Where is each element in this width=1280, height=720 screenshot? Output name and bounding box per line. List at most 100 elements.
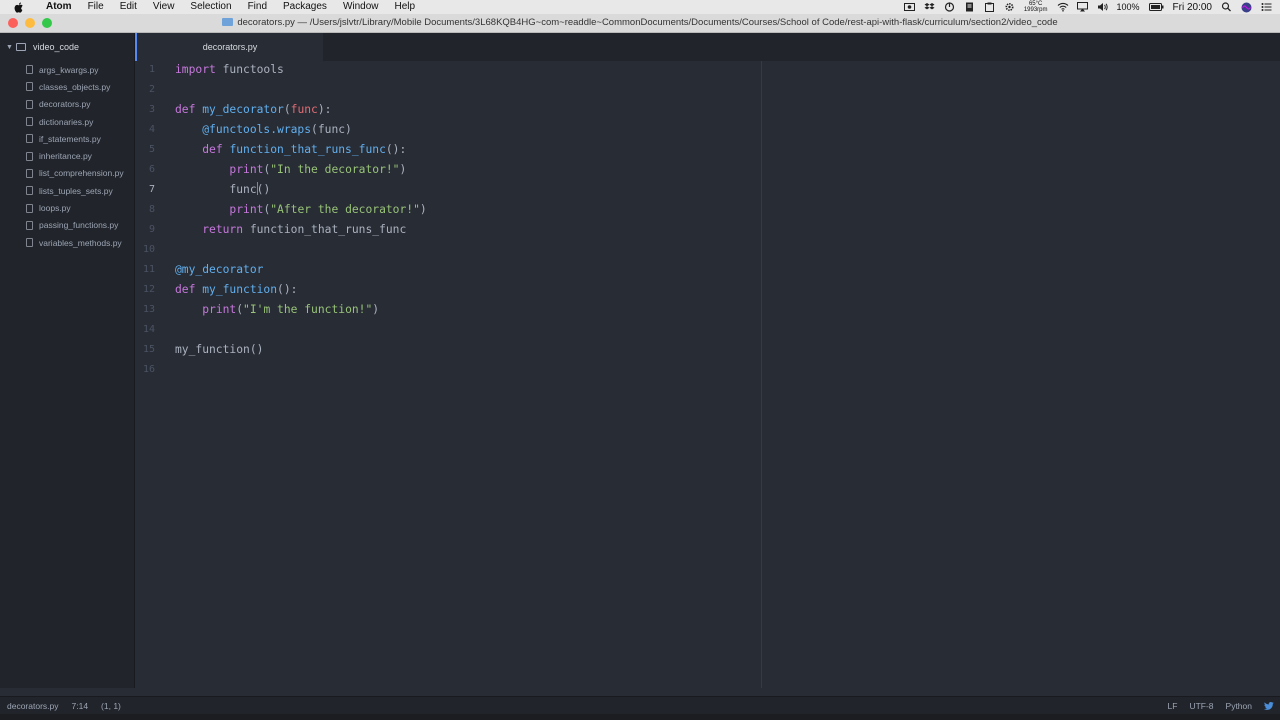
spotlight-search-icon[interactable] <box>1221 2 1232 12</box>
status-selection-count: (1, 1) <box>101 701 121 711</box>
tab-decorators-py[interactable]: decorators.py <box>135 33 323 61</box>
line-number: 15 <box>142 344 155 355</box>
menu-selection[interactable]: Selection <box>182 0 239 14</box>
line-number: 13 <box>142 304 155 315</box>
status-cursor-position[interactable]: 7:14 <box>72 701 89 711</box>
tree-root-folder[interactable]: ▼ video_code <box>0 33 134 61</box>
dropbox-icon[interactable] <box>924 2 935 12</box>
tree-file[interactable]: lists_tuples_sets.py <box>0 182 134 199</box>
gear-icon[interactable] <box>1004 2 1015 12</box>
window-controls <box>8 18 52 28</box>
notification-center-icon[interactable] <box>1261 2 1272 12</box>
tree-file-label: args_kwargs.py <box>39 64 99 75</box>
tree-file[interactable]: dictionaries.py <box>0 113 134 130</box>
siri-icon[interactable] <box>1241 2 1252 13</box>
tree-file[interactable]: args_kwargs.py <box>0 61 134 78</box>
builtin-function: print <box>229 203 264 216</box>
tree-file[interactable]: loops.py <box>0 199 134 216</box>
keyword: def <box>175 283 196 296</box>
code-line: def function_that_runs_func(): <box>175 141 427 161</box>
menu-edit[interactable]: Edit <box>112 0 145 14</box>
code-editor[interactable]: 1 2 3 4 5 6 7 8 9 10 11 12 13 14 15 16 i… <box>135 61 1280 688</box>
tree-file-label: if_statements.py <box>39 133 101 144</box>
status-grammar[interactable]: Python <box>1226 701 1252 711</box>
line-number-gutter[interactable]: 1 2 3 4 5 6 7 8 9 10 11 12 13 14 15 16 <box>135 61 165 381</box>
menu-clock[interactable]: Fri 20:00 <box>1173 2 1212 13</box>
string-literal: "After the decorator!" <box>270 203 420 216</box>
status-encoding[interactable]: UTF-8 <box>1189 701 1213 711</box>
builtin-function: print <box>202 303 237 316</box>
menu-packages[interactable]: Packages <box>275 0 335 14</box>
line-number: 11 <box>142 264 155 275</box>
tree-file[interactable]: inheritance.py <box>0 147 134 164</box>
battery-icon[interactable] <box>1148 2 1164 12</box>
string-literal: "I'm the function!" <box>243 303 373 316</box>
tree-file[interactable]: list_comprehension.py <box>0 165 134 182</box>
minimize-window-button[interactable] <box>25 18 35 28</box>
code-text: functools <box>215 63 284 76</box>
code-line: @my_decorator <box>175 261 427 281</box>
tree-file-label: inheritance.py <box>39 151 92 162</box>
keyword: import <box>175 63 216 76</box>
string-literal: "In the decorator!" <box>270 163 400 176</box>
menu-window[interactable]: Window <box>335 0 387 14</box>
tree-file[interactable]: classes_objects.py <box>0 78 134 95</box>
code-text: function_that_runs_func <box>243 223 407 236</box>
maximize-window-button[interactable] <box>42 18 52 28</box>
function-name: my_decorator <box>202 103 284 116</box>
file-icon <box>26 134 33 144</box>
code-line: return function_that_runs_func <box>175 221 427 241</box>
menu-find[interactable]: Find <box>240 0 275 14</box>
file-icon <box>26 168 33 178</box>
tree-file[interactable]: if_statements.py <box>0 130 134 147</box>
airplay-icon[interactable] <box>1076 2 1088 12</box>
status-file-path[interactable]: decorators.py <box>7 701 59 711</box>
menu-file[interactable]: File <box>80 0 112 14</box>
menu-help[interactable]: Help <box>387 0 424 14</box>
folder-icon <box>16 43 26 51</box>
screen-record-icon[interactable] <box>903 2 915 12</box>
code-line: my_function() <box>175 341 427 361</box>
code-content[interactable]: import functools def my_decorator(func):… <box>175 61 427 381</box>
line-number: 1 <box>148 64 155 75</box>
wrap-guide <box>761 61 762 688</box>
tree-file[interactable]: passing_functions.py <box>0 217 134 234</box>
apple-menu-icon[interactable] <box>12 0 26 14</box>
window-title-bar[interactable]: decorators.py — /Users/jslvtr/Library/Mo… <box>0 14 1280 33</box>
line-number: 8 <box>148 204 155 215</box>
keyword: def <box>202 143 223 156</box>
file-icon <box>26 203 33 213</box>
line-number: 12 <box>142 284 155 295</box>
power-icon[interactable] <box>944 2 955 12</box>
tree-file[interactable]: decorators.py <box>0 96 134 113</box>
tree-file[interactable]: variables_methods.py <box>0 234 134 251</box>
temperature-monitor[interactable]: 65°C 1993rpm <box>1024 1 1048 13</box>
twitter-bird-icon[interactable] <box>1264 702 1274 710</box>
code-line-active: func() <box>175 181 427 201</box>
menu-atom[interactable]: Atom <box>38 0 80 14</box>
notes-icon[interactable] <box>964 2 975 12</box>
code-text: ) <box>399 163 407 176</box>
code-text: func <box>229 183 257 196</box>
tree-view[interactable]: ▼ video_code args_kwargs.py classes_obje… <box>0 33 135 688</box>
status-line-ending[interactable]: LF <box>1168 701 1178 711</box>
close-window-button[interactable] <box>8 18 18 28</box>
dock-edge <box>0 714 1280 720</box>
clipboard-icon[interactable] <box>984 2 995 12</box>
decorator: @my_decorator <box>175 263 264 276</box>
code-line: print("In the decorator!") <box>175 161 427 181</box>
battery-percentage: 100% <box>1116 2 1140 12</box>
tree-file-label: variables_methods.py <box>39 237 122 248</box>
file-icon <box>26 82 33 92</box>
menu-view[interactable]: View <box>145 0 183 14</box>
tree-file-label: lists_tuples_sets.py <box>39 185 113 196</box>
code-text: (func) <box>311 123 352 136</box>
volume-icon[interactable] <box>1097 2 1108 12</box>
line-number: 4 <box>148 124 155 135</box>
tree-file-label: decorators.py <box>39 99 91 110</box>
code-text: ): <box>317 103 332 116</box>
function-name: my_function <box>202 283 278 296</box>
wifi-icon[interactable] <box>1057 2 1068 12</box>
